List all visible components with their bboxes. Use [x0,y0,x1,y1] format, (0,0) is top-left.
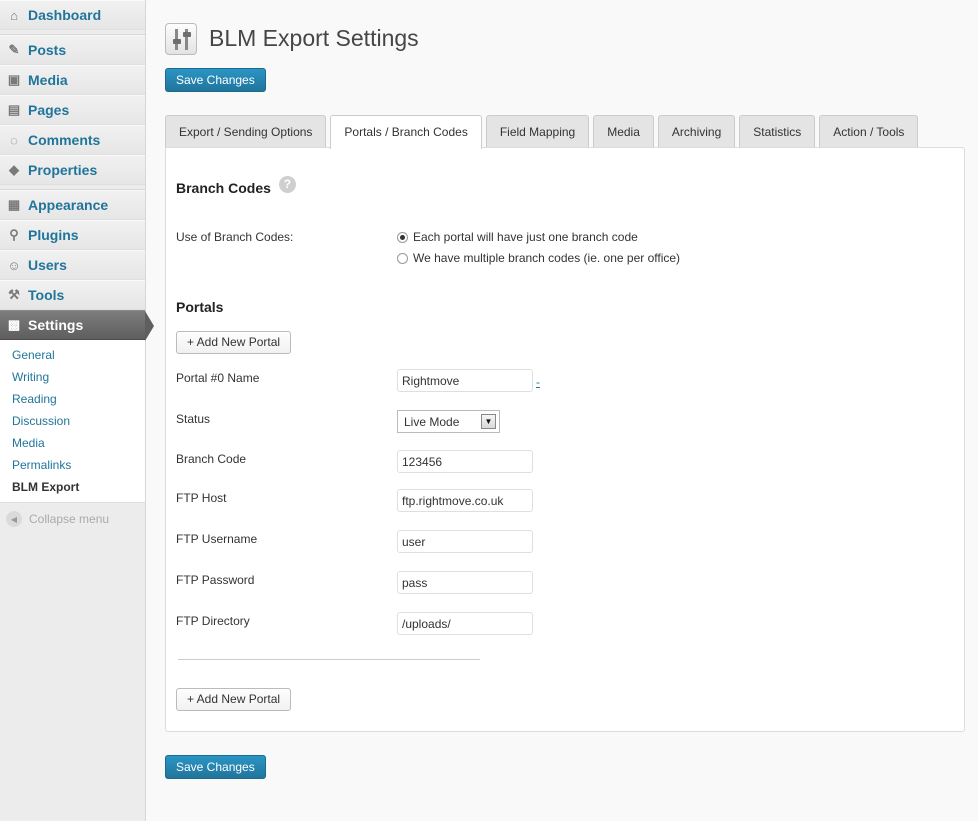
settings-icon: ▩ [7,317,21,332]
sidebar-item-label: Appearance [28,197,109,213]
pages-icon: ▤ [7,102,21,117]
collapse-menu-label: Collapse menu [29,512,110,526]
appearance-icon: ▦ [7,197,21,212]
sidebar-item-label: Settings [28,317,84,333]
tab-statistics[interactable]: Statistics [739,115,816,148]
tab-field-mapping[interactable]: Field Mapping [485,115,590,148]
page-title: BLM Export Settings [209,25,419,52]
status-select-value: Live Mode [404,414,460,429]
sidebar-item-label: Media [28,72,68,88]
remove-portal-link[interactable]: - [536,375,540,389]
portals-heading-text: Portals [176,299,224,315]
portal-name-label: Portal #0 Name [176,371,260,385]
submenu-item-reading[interactable]: Reading [0,388,145,410]
ftp-directory-input[interactable] [397,612,533,635]
branch-codes-heading: Branch Codes ? [176,175,296,196]
portals-heading: Portals [176,299,223,315]
submenu-item-general[interactable]: General [0,344,145,366]
collapse-menu-button[interactable]: ◀ Collapse menu [0,503,145,535]
sidebar-item-settings[interactable]: ▩ Settings [0,310,154,341]
sidebar-item-label: Users [28,257,67,273]
dashboard-icon: ⌂ [10,7,18,23]
settings-submenu: General Writing Reading Discussion Media… [0,340,145,503]
ftp-password-input[interactable] [397,571,533,594]
sidebar-item-label: Pages [28,102,70,118]
properties-icon: ◆ [9,162,19,177]
status-select[interactable]: Live Mode ▼ [397,410,500,433]
sidebar-item-pages[interactable]: ▤ Pages [0,95,145,125]
sidebar-item-label: Posts [28,42,67,58]
ftp-password-label: FTP Password [176,573,255,587]
save-changes-button-top[interactable]: Save Changes [165,68,266,92]
sidebar-item-label: Dashboard [28,7,102,23]
plugin-icon: ⚲ [9,227,19,242]
comment-icon: ◌ [10,132,18,148]
use-of-branch-codes-label: Use of Branch Codes: [176,230,294,244]
sidebar-item-appearance[interactable]: ▦ Appearance [0,190,145,220]
sidebar-item-posts[interactable]: ✎ Posts [0,35,145,65]
ftp-username-label: FTP Username [176,532,258,546]
tab-panel: Branch Codes ? Use of Branch Codes: Each… [165,147,965,732]
sidebar-item-label: Tools [28,287,65,303]
radio-button-checked[interactable] [397,231,408,243]
sidebar-item-plugins[interactable]: ⚲ Plugins [0,220,145,250]
radio-button[interactable] [397,252,408,264]
ftp-username-input[interactable] [397,530,533,553]
sidebar-item-label: Comments [28,132,101,148]
portal-name-input[interactable] [397,369,533,392]
help-icon[interactable]: ? [278,175,296,193]
pushpin-icon: ✎ [8,42,20,57]
media-icon: ▣ [7,72,21,87]
ftp-host-input[interactable] [397,489,533,512]
tab-portals-branch-codes[interactable]: Portals / Branch Codes [330,115,482,149]
tab-media[interactable]: Media [593,115,654,148]
radio-multiple-branch-codes[interactable]: We have multiple branch codes (ie. one p… [397,251,680,265]
settings-tabs: Export / Sending Options Portals / Branc… [165,115,922,149]
collapse-arrow-icon: ◀ [6,511,22,527]
save-changes-button-bottom[interactable]: Save Changes [165,755,266,779]
ftp-directory-label: FTP Directory [176,614,250,628]
admin-sidebar: ⌂ Dashboard ✎ Posts ▣ Media ▤ Pages ◌ Co… [0,0,154,821]
submenu-item-permalinks[interactable]: Permalinks [0,454,145,476]
sidebar-item-label: Plugins [28,227,79,243]
sidebar-item-comments[interactable]: ◌ Comments [0,125,145,155]
radio-label: Each portal will have just one branch co… [413,230,638,244]
add-new-portal-button-bottom[interactable]: + Add New Portal [176,688,292,711]
tools-icon: ⚒ [8,287,20,302]
tab-action-tools[interactable]: Action / Tools [819,115,919,148]
branch-code-label: Branch Code [176,452,247,466]
submenu-item-writing[interactable]: Writing [0,366,145,388]
radio-one-branch-code[interactable]: Each portal will have just one branch co… [397,230,638,244]
sidebar-item-label: Properties [28,162,98,178]
radio-label: We have multiple branch codes (ie. one p… [413,251,681,265]
page-header: BLM Export Settings [165,10,419,68]
ftp-host-label: FTP Host [176,491,227,505]
add-new-portal-button-top[interactable]: + Add New Portal [176,331,292,354]
status-label: Status [176,412,211,426]
submenu-item-media[interactable]: Media [0,432,145,454]
branch-codes-heading-text: Branch Codes [176,180,271,196]
users-icon: ☺ [7,257,21,273]
sidebar-item-tools[interactable]: ⚒ Tools [0,280,145,310]
sidebar-item-media[interactable]: ▣ Media [0,65,145,95]
current-menu-arrow [145,311,154,341]
sidebar-item-properties[interactable]: ◆ Properties [0,155,145,185]
tab-archiving[interactable]: Archiving [657,115,736,148]
branch-code-input[interactable] [397,450,533,473]
sidebar-item-dashboard[interactable]: ⌂ Dashboard [0,0,145,30]
submenu-item-blm-export[interactable]: BLM Export [0,476,145,498]
portal-divider [178,659,480,660]
settings-sliders-icon [165,22,197,55]
submenu-item-discussion[interactable]: Discussion [0,410,145,432]
sidebar-item-users[interactable]: ☺ Users [0,250,145,280]
tab-export-sending-options[interactable]: Export / Sending Options [165,115,327,148]
dropdown-arrow-icon: ▼ [481,414,496,429]
